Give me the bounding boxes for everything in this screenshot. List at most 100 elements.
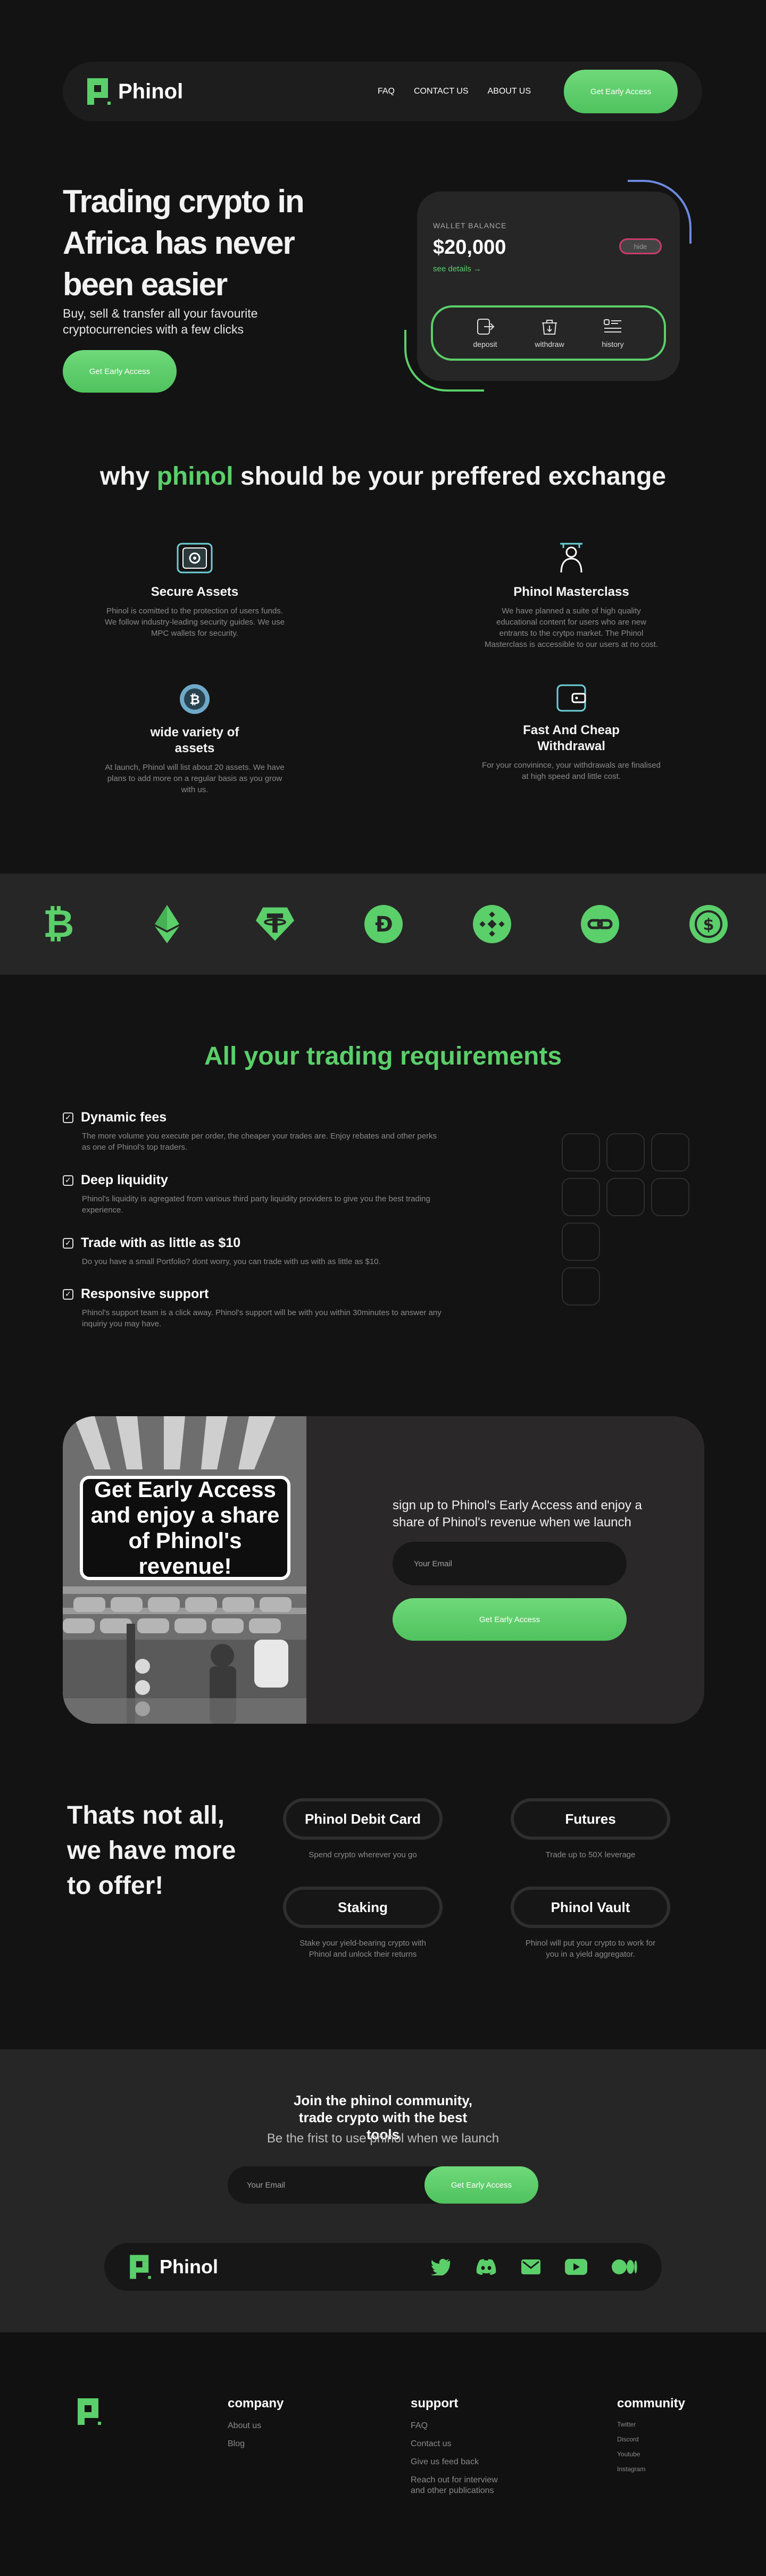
- footer-link[interactable]: Twitter: [617, 2421, 685, 2428]
- withdraw-icon: [542, 320, 557, 335]
- offer-pill[interactable]: Staking: [283, 1887, 443, 1928]
- wallet-card: WALLET BALANCE $20,000 see details → hid…: [417, 192, 680, 381]
- nav-link-contact[interactable]: CONTACT US: [414, 87, 469, 96]
- tether-icon: [255, 904, 295, 944]
- discord-icon[interactable]: [476, 2259, 497, 2275]
- feature-title: wide variety of assets: [150, 725, 239, 755]
- requirement-text: Do you have a small Portfolio? dont worr…: [82, 1257, 381, 1266]
- logo[interactable]: Phinol: [87, 78, 183, 105]
- deposit-label: deposit: [473, 340, 497, 348]
- join-community-section: Join the phinol community, trade crypto …: [0, 2049, 766, 2332]
- footer-link[interactable]: Instagram: [617, 2465, 685, 2473]
- hero-title: Trading crypto in Africa has never been …: [63, 184, 305, 302]
- supported-coins-strip: ₿ Ð $: [0, 874, 766, 975]
- nav-link-faq[interactable]: FAQ: [378, 87, 395, 96]
- history-icon: [603, 319, 621, 333]
- logo[interactable]: Phinol: [129, 2254, 218, 2280]
- requirement-title: Trade with as little as $10: [81, 1235, 241, 1250]
- binance-icon: [472, 904, 512, 944]
- offer-item: Staking Stake your yield-bearing crypto …: [283, 1887, 443, 1960]
- requirement-title: Responsive support: [81, 1286, 209, 1301]
- footer-heading: company: [228, 2396, 284, 2411]
- svg-text:₿: ₿: [43, 904, 74, 944]
- feature-masterclass: Phinol Masterclass We have planned a sui…: [481, 541, 662, 650]
- withdraw-action[interactable]: withdraw: [535, 318, 564, 348]
- youtube-icon[interactable]: [565, 2259, 587, 2275]
- requirement-title: Deep liquidity: [81, 1173, 168, 1187]
- logo-text: Phinol: [160, 2256, 218, 2278]
- phinol-logo-icon: [130, 2255, 151, 2279]
- footer-link[interactable]: Youtube: [617, 2450, 685, 2458]
- offer-text: Trade up to 50X leverage: [545, 1850, 636, 1859]
- hide-balance-toggle[interactable]: hide: [619, 238, 662, 254]
- feature-variety-assets: ₿ wide variety of assets At launch, Phin…: [104, 682, 285, 795]
- feature-secure-assets: Secure Assets Phinol is comitted to the …: [104, 542, 285, 639]
- more-section-title: Thats not all, we have more to offer!: [67, 1801, 236, 1900]
- deposit-icon: [477, 319, 495, 335]
- offer-text: Stake your yield-bearing crypto with Phi…: [299, 1939, 426, 1959]
- footer-link[interactable]: Contact us: [411, 2439, 501, 2449]
- check-icon: ✓: [63, 1112, 73, 1123]
- teacher-icon: [560, 543, 582, 573]
- footer-link[interactable]: Reach out for interview and other public…: [411, 2475, 501, 2496]
- usdcoin-icon: $: [688, 904, 729, 944]
- twitter-icon[interactable]: [431, 2258, 451, 2275]
- footer-link[interactable]: About us: [228, 2421, 284, 2431]
- ethereum-icon: [147, 904, 187, 944]
- dogecoin-icon: Ð: [363, 904, 404, 944]
- feature-text: We have planned a suite of high quality …: [485, 606, 658, 649]
- requirement-text: Phinol's support team is a click away. P…: [82, 1308, 442, 1328]
- footer-company: company About us Blog: [228, 2396, 284, 2457]
- join-submit-button[interactable]: Get Early Access: [424, 2166, 538, 2204]
- footer-support: support FAQ Contact us Give us feed back…: [411, 2396, 501, 2504]
- early-access-image: Get Early Access and enjoy a share of Ph…: [63, 1416, 306, 1724]
- nav-early-access-button[interactable]: Get Early Access: [564, 70, 678, 113]
- svg-text:$: $: [703, 916, 714, 934]
- nav-link-about[interactable]: ABOUT US: [488, 87, 531, 96]
- bitcoin-icon: ₿: [180, 684, 210, 714]
- phinol-logo-icon[interactable]: [78, 2398, 101, 2425]
- requirement-item: ✓ Dynamic fees The more volume you execut…: [63, 1110, 446, 1153]
- footer-heading: support: [411, 2396, 459, 2411]
- deposit-action[interactable]: deposit: [473, 318, 497, 348]
- offer-item: Phinol Vault Phinol will put your crypto…: [511, 1887, 670, 1960]
- svg-text:₿: ₿: [189, 692, 200, 707]
- feature-text: Phinol is comitted to the protection of …: [105, 606, 285, 638]
- social-links: [431, 2258, 637, 2275]
- footer-link[interactable]: Give us feed back: [411, 2457, 501, 2467]
- top-nav: Phinol FAQ CONTACT US ABOUT US Get Early…: [63, 62, 702, 121]
- medium-icon[interactable]: [612, 2259, 637, 2275]
- feature-fast-withdrawal: Fast And Cheap Withdrawal For your convi…: [481, 682, 662, 782]
- check-icon: ✓: [63, 1175, 73, 1186]
- social-bar: Phinol: [104, 2243, 662, 2291]
- requirement-text: The more volume you execute per order, t…: [82, 1132, 437, 1152]
- see-details-link[interactable]: see details →: [433, 264, 664, 273]
- early-access-sign: Get Early Access and enjoy a share of Ph…: [80, 1476, 290, 1580]
- requirement-text: Phinol's liquidity is agregated from var…: [82, 1194, 430, 1215]
- offer-item: Futures Trade up to 50X leverage: [511, 1798, 670, 1860]
- offer-pill[interactable]: Phinol Debit Card: [283, 1798, 443, 1840]
- early-access-email-input[interactable]: [393, 1542, 627, 1585]
- wallet-balance-label: WALLET BALANCE: [433, 221, 507, 230]
- join-email-input[interactable]: [228, 2166, 424, 2204]
- email-icon[interactable]: [521, 2259, 540, 2274]
- chainlink-icon: [580, 904, 620, 944]
- feature-title: Phinol Masterclass: [513, 585, 629, 599]
- history-action[interactable]: history: [602, 318, 624, 348]
- offer-text: Phinol will put your crypto to work for …: [525, 1939, 656, 1959]
- early-access-submit-button[interactable]: Get Early Access: [393, 1598, 627, 1641]
- footer-link[interactable]: FAQ: [411, 2421, 501, 2431]
- hero-early-access-button[interactable]: Get Early Access: [63, 350, 177, 393]
- check-icon: ✓: [63, 1237, 73, 1249]
- footer-link[interactable]: Discord: [617, 2436, 685, 2443]
- join-form: Get Early Access: [228, 2166, 538, 2204]
- why-title-pre: why: [99, 462, 157, 491]
- why-title-post: should be your preffered exchange: [233, 462, 667, 491]
- svg-text:Ð: Ð: [375, 912, 393, 937]
- footer-link[interactable]: Blog: [228, 2439, 284, 2449]
- feature-title: Secure Assets: [151, 585, 239, 599]
- footer-community: community Twitter Discord Youtube Instag…: [617, 2396, 685, 2480]
- offer-pill[interactable]: Futures: [511, 1798, 670, 1840]
- requirement-title: Dynamic fees: [81, 1110, 167, 1125]
- offer-pill[interactable]: Phinol Vault: [511, 1887, 670, 1928]
